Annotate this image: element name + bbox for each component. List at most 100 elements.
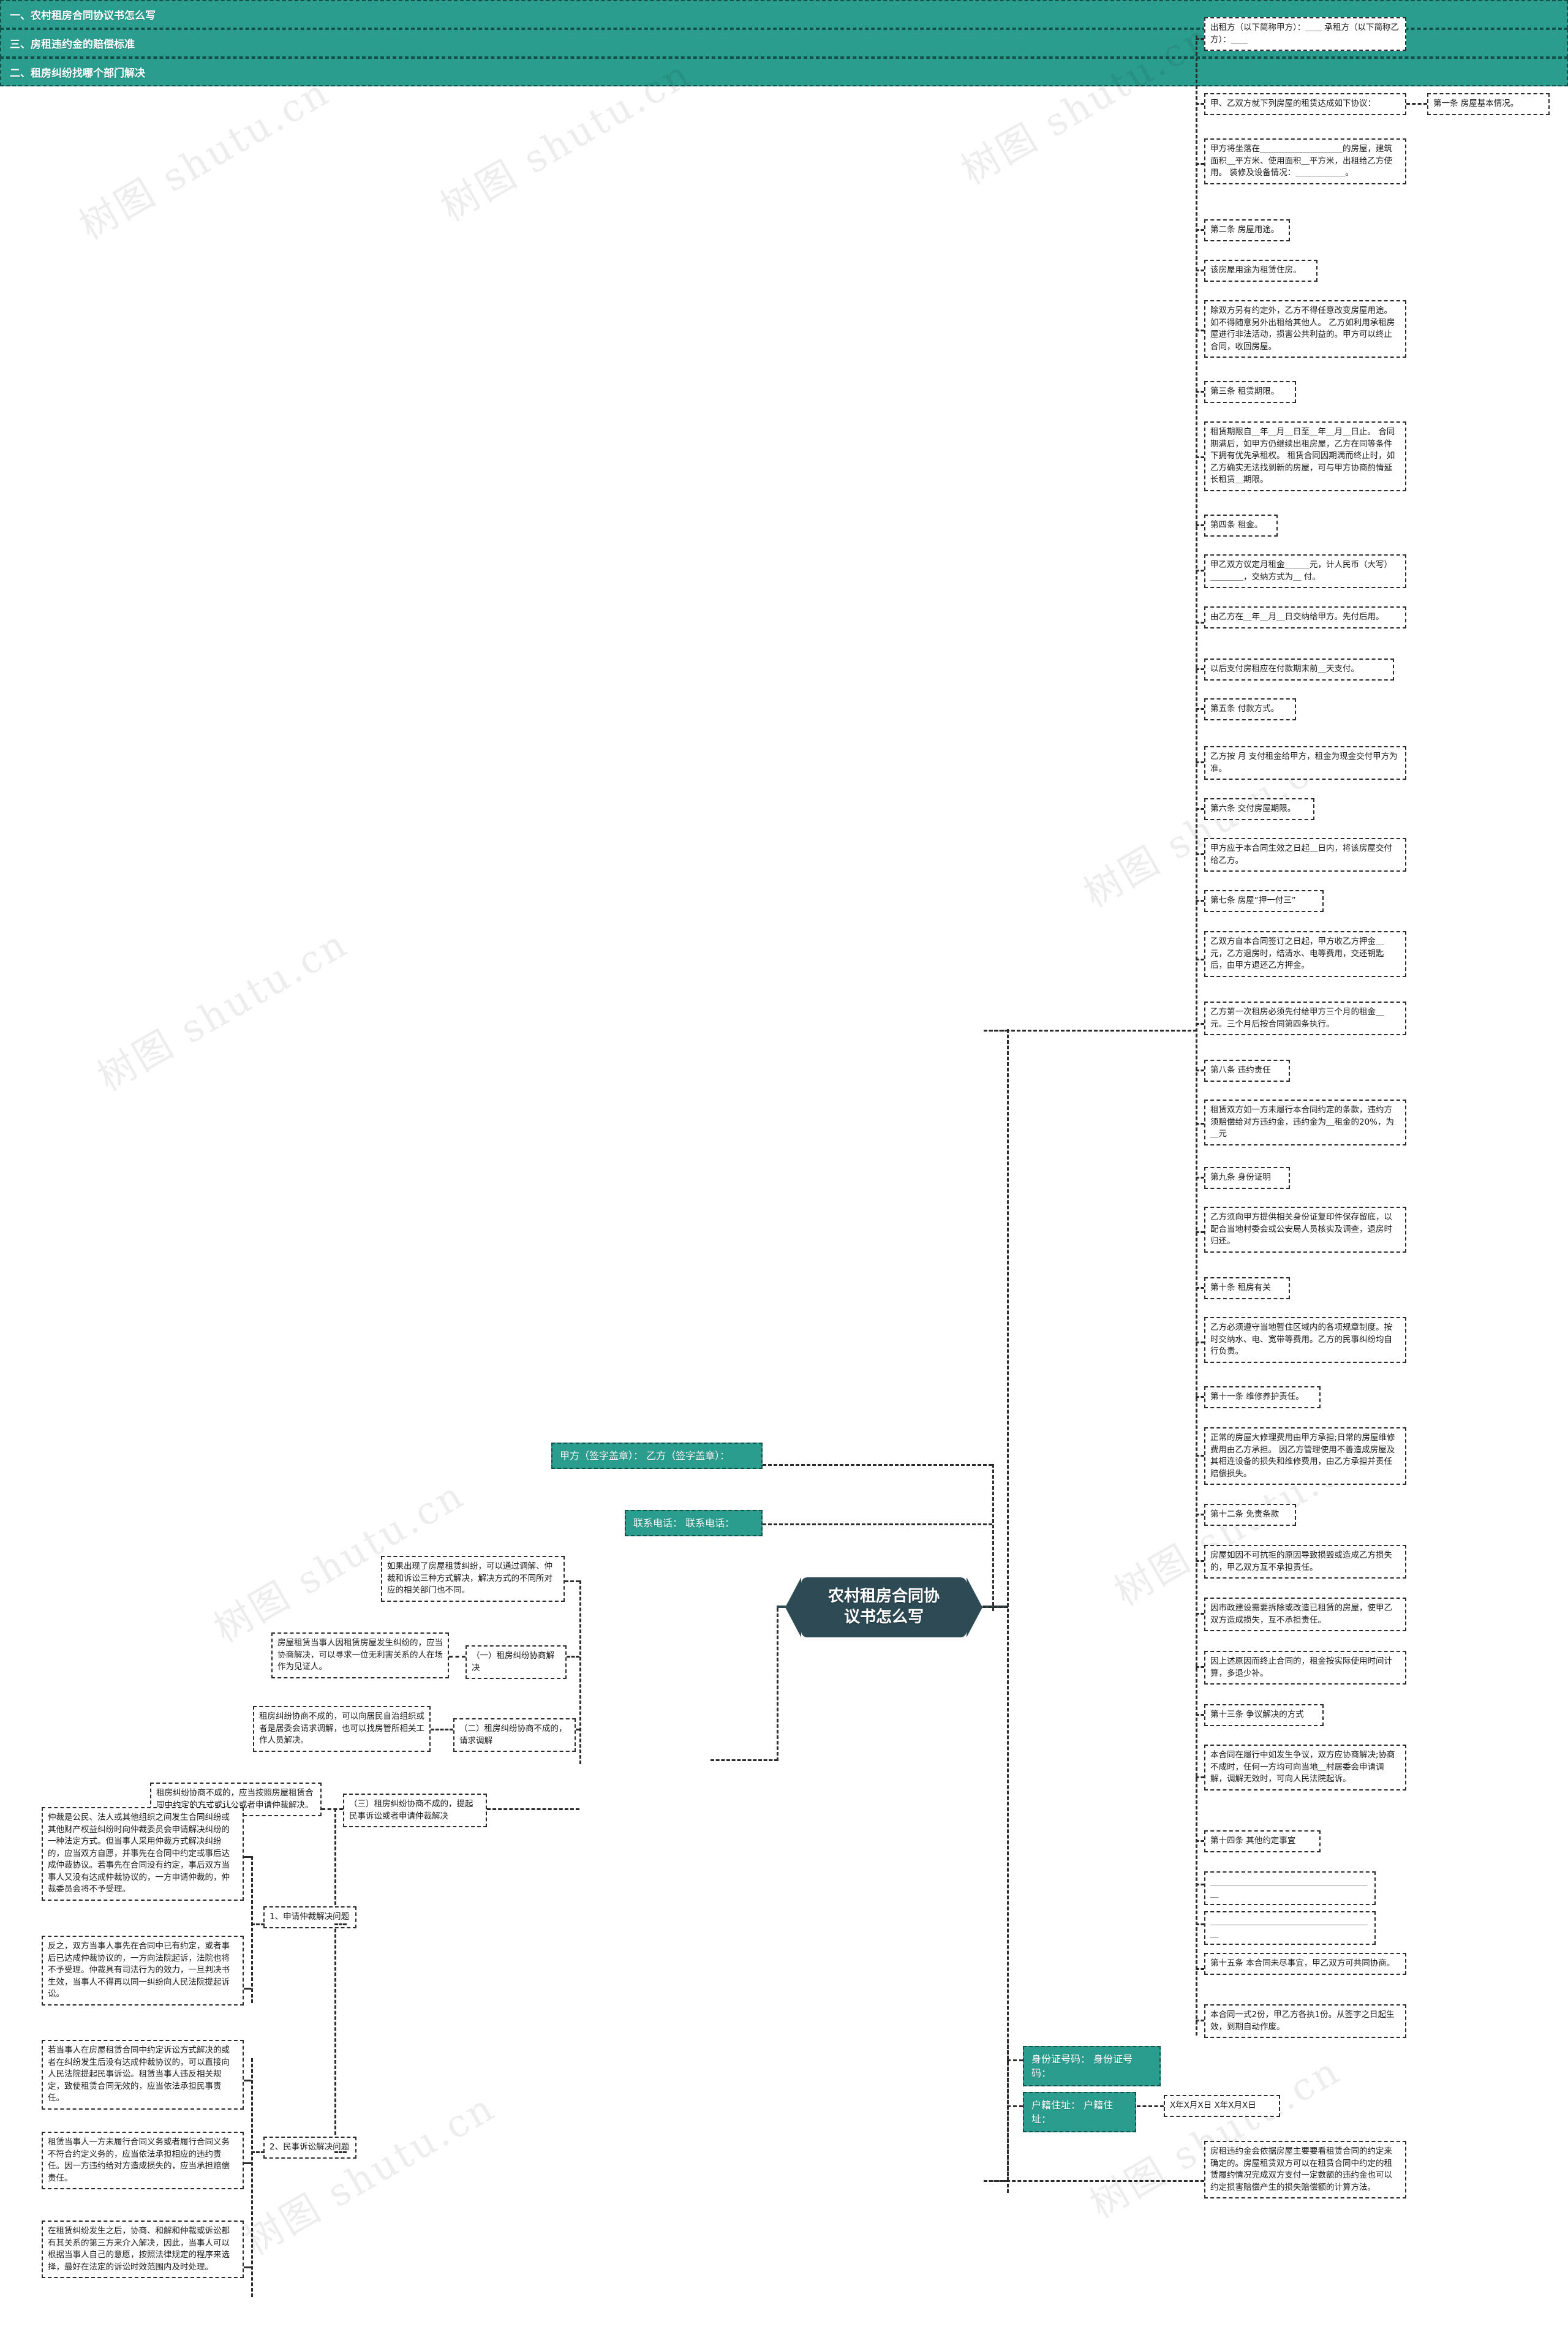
footer-node[interactable]: 身份证号码： 身份证号码： xyxy=(1023,2046,1161,2087)
leaf-node[interactable]: 第十一条 维修养护责任。 xyxy=(1204,1386,1321,1408)
leaf-node[interactable]: 出租方（以下简称甲方）：＿＿ 承租方（以下简称乙方）：＿＿ xyxy=(1204,17,1406,51)
leaf-text: 仲裁是公民、法人或其他组织之间发生合同纠纷或其他财产权益纠纷时向仲裁委员会申请解… xyxy=(48,1813,230,1895)
leaf-node[interactable]: 第五条 付款方式。 xyxy=(1204,698,1296,720)
leaf-text: 第九条 身份证明 xyxy=(1210,1172,1271,1182)
leaf-node[interactable]: 第七条 房屋“押一付三” xyxy=(1204,890,1324,912)
leaf-node[interactable]: 第十四条 其他约定事宜 xyxy=(1204,1830,1321,1852)
leaf-node[interactable]: 第四条 租金。 xyxy=(1204,515,1278,537)
leaf-node[interactable]: 该房屋用途为租赁住房。 xyxy=(1204,260,1317,282)
child2-link xyxy=(251,2151,265,2153)
root-node[interactable]: 农村租房合同协议书怎么写 xyxy=(785,1577,982,1637)
footer-node[interactable]: 户籍住址： 户籍住址： xyxy=(1023,2092,1136,2133)
leaf-node[interactable]: 租赁当事人一方未履行合同义务或者履行合同义务不符合约定义务的，应当依法承担相应的… xyxy=(42,2132,244,2190)
leaf-connector xyxy=(1196,1514,1204,1515)
leaf-node[interactable]: 租房纠纷协商不成的，可以向居民自治组织或者是居委会请求调解，也可以找房管所相关工… xyxy=(253,1706,431,1752)
leaf-text: 第十四条 其他约定事宜 xyxy=(1210,1836,1296,1846)
leaf-text: 甲、乙双方就下列房屋的租赁达成如下协议： xyxy=(1210,99,1376,108)
leaf-node[interactable]: 由乙方在＿年＿月＿日交纳给甲方。先付后用。 xyxy=(1204,606,1406,628)
leaf-text: 若当事人在房屋租赁合同中约定诉讼方式解决的或者在纠纷发生后没有达成仲裁协议的，可… xyxy=(48,2045,230,2104)
leaf-node[interactable]: 第十五条 本合同未尽事宜，甲乙双方可共同协商。 xyxy=(1204,1953,1406,1975)
leaf-node[interactable]: 第十条 租房有关 xyxy=(1204,1277,1290,1299)
leaf-node[interactable]: ＿＿＿＿＿＿＿＿＿＿＿＿＿＿＿＿＿＿＿＿ xyxy=(1204,1911,1376,1945)
leaf-connector xyxy=(1196,1613,1204,1615)
sub-branch-label: 1、申请仲裁解决问题 xyxy=(270,1912,350,1922)
leaf-connector xyxy=(244,2266,251,2268)
leaf-node[interactable]: 乙方必须遵守当地暂住区域内的各项规章制度。按时交纳水、电、宽带等费用。乙方的民事… xyxy=(1204,1317,1406,1363)
leaf-node[interactable]: 除双方另有约定外，乙方不得任意改变房屋用途。如不得随意另外出租给其他人。 乙方如… xyxy=(1204,300,1406,358)
footer-connector xyxy=(1007,2105,1023,2107)
leaf-node[interactable]: 租赁双方如一方未履行本合同约定的条款，违约方须赔偿给对方违约金，违约金为＿租金的… xyxy=(1204,1100,1406,1145)
leaf-node[interactable]: 第十三条 争议解决的方式 xyxy=(1204,1704,1324,1726)
leaf-text: 反之，双方当事人事先在合同中已有约定，或者事后已达成仲裁协议的，一方向法院起诉，… xyxy=(48,1941,230,1999)
leaf-node[interactable]: 房屋租赁当事人因租赁房屋发生纠纷的，应当协商解决，可以寻求一位无利害关系的人在场… xyxy=(271,1632,449,1678)
leaf-connector xyxy=(322,1808,343,1810)
leaf-node[interactable]: 第二条 房屋用途。 xyxy=(1204,219,1290,241)
leaf-node[interactable]: 甲乙双方议定月租金＿＿＿元，计人民币（大写）＿＿＿＿，交纳方式为＿ 付。 xyxy=(1204,554,1406,589)
leaf-node[interactable]: 以后支付房租应在付款期末前＿天支付。 xyxy=(1204,658,1394,681)
leaf-node[interactable]: 本合同一式2份，甲乙方各执1份。从签字之日起生效，到期自动作废。 xyxy=(1204,2004,1406,2039)
sub-branch-node[interactable]: （一）租房纠纷协商解决 xyxy=(466,1645,567,1680)
sub-branch-node[interactable]: （三）租房纠纷协商不成的，提起民事诉讼或者申请仲裁解决 xyxy=(343,1794,487,1828)
child2-spine xyxy=(251,2058,253,2297)
leaf-node[interactable]: 乙方按 月 支付租金给甲方，租金为现金交付甲方为准。 xyxy=(1204,746,1406,780)
leaf-connector xyxy=(244,1856,251,1858)
signature-connector xyxy=(763,1464,992,1466)
branch3-leaf-connector xyxy=(990,2180,1204,2182)
leaf-node[interactable]: ＿＿＿＿＿＿＿＿＿＿＿＿＿＿＿＿＿＿＿＿ xyxy=(1204,1871,1376,1906)
branch-3-label: 三、房租违约金的赔偿标准 xyxy=(10,39,135,51)
leaf-node[interactable]: 若当事人在房屋租赁合同中约定诉讼方式解决的或者在纠纷发生后没有达成仲裁协议的，可… xyxy=(42,2040,244,2110)
leaf-node[interactable]: 租赁期限自＿年＿月＿日至＿年＿月＿日止。 合同期满后，如甲方仍继续出租房屋，乙方… xyxy=(1204,421,1406,491)
branch2-child-spine xyxy=(579,1580,581,1764)
leaf-text: 乙方第一次租房必须先付给甲方三个月的租金＿元。三个月后按合同第四条执行。 xyxy=(1210,1007,1384,1029)
leaf-connector xyxy=(1196,761,1204,763)
leaf-text: 第十一条 维修养护责任。 xyxy=(1210,1392,1304,1402)
leaf-node[interactable]: 乙方须向甲方提供相关身份证复印件保存留底，以配合当地村委会或公安局人员核实及调查… xyxy=(1204,1207,1406,1253)
leaf-node[interactable]: 甲方应于本合同生效之日起＿日内，将该房屋交付给乙方。 xyxy=(1204,838,1406,872)
leaf-node[interactable]: 第十二条 免责条款 xyxy=(1204,1504,1296,1526)
leaf-text: 以后支付房租应在付款期末前＿天支付。 xyxy=(1210,664,1359,674)
leaf-connector xyxy=(1196,229,1204,231)
leaf-text: 乙方按 月 支付租金给甲方，租金为现金交付甲方为准。 xyxy=(1210,752,1398,774)
leaf-node[interactable]: 第三条 租赁期限。 xyxy=(1204,381,1296,403)
leaf-node[interactable]: 第八条 违约责任 xyxy=(1204,1060,1290,1082)
sub-branch-node[interactable]: （二）租房纠纷协商不成的，请求调解 xyxy=(453,1718,576,1753)
footer-node[interactable]: X年X月X日 X年X月X日 xyxy=(1164,2095,1280,2117)
leaf-node[interactable]: 仲裁是公民、法人或其他组织之间发生合同纠纷或其他财产权益纠纷时向仲裁委员会申请解… xyxy=(42,1807,244,1901)
sub3-child-spine xyxy=(334,1808,336,2151)
leaf-node[interactable]: 第九条 身份证明 xyxy=(1204,1167,1290,1189)
leaf-connector xyxy=(1196,708,1204,710)
leaf-connector xyxy=(1196,270,1204,271)
leaf-text: 租房纠纷协商不成的，可以向居民自治组织或者是居委会请求调解，也可以找房管所相关工… xyxy=(259,1711,424,1746)
sub-branch-label: （三）租房纠纷协商不成的，提起民事诉讼或者申请仲裁解决 xyxy=(349,1799,473,1821)
leaf-node[interactable]: 反之，双方当事人事先在合同中已有约定，或者事后已达成仲裁协议的，一方向法院起诉，… xyxy=(42,1936,244,2006)
leaf-node[interactable]: 乙方第一次租房必须先付给甲方三个月的租金＿元。三个月后按合同第四条执行。 xyxy=(1204,1002,1406,1036)
signature-node[interactable]: 联系电话： 联系电话： xyxy=(625,1510,763,1537)
leaf-node[interactable]: 本合同在履行中如发生争议，双方应协商解决;协商不成时，任何一方均可向当地＿村居委… xyxy=(1204,1745,1406,1791)
leaf-connector xyxy=(1196,1560,1204,1562)
leaf-text: 第七条 房屋“押一付三” xyxy=(1210,896,1296,905)
leaf-node[interactable]: 第六条 交付房屋期限。 xyxy=(1204,798,1314,820)
leaf-node[interactable]: 因上述原因而终止合同的，租金按实际使用时间计算，多退少补。 xyxy=(1204,1651,1406,1685)
leaf-node[interactable]: 在租赁纠纷发生之后，协商、和解和仲裁或诉讼都有其关系的第三方来介入解决，因此，当… xyxy=(42,2221,244,2279)
leaf-node[interactable]: 如果出现了房屋租赁纠纷，可以通过调解、仲裁和诉讼三种方式解决，解决方式的不同所对… xyxy=(381,1556,565,1602)
leaf-text: 乙双方自本合同签订之日起，甲方收乙方押金＿元，乙方退房时，结清水、电等费用，交还… xyxy=(1210,937,1384,971)
branch1-spine-link xyxy=(984,1030,1197,1032)
leaf-node[interactable]: 第一条 房屋基本情况。 xyxy=(1427,93,1550,115)
leaf-node[interactable]: 甲、乙双方就下列房屋的租赁达成如下协议： xyxy=(1204,93,1406,115)
leaf-node[interactable]: 乙双方自本合同签订之日起，甲方收乙方押金＿元，乙方退房时，结清水、电等费用，交还… xyxy=(1204,931,1406,977)
signature-node[interactable]: 甲方（签字盖章）： 乙方（签字盖章）： xyxy=(551,1443,763,1470)
leaf-node[interactable]: 房租违约金会依据房屋主要要看租赁合同的约定来确定的。房屋租赁双方可以在租赁合同中… xyxy=(1204,2141,1406,2199)
leaf-node[interactable]: 因市政建设需要拆除或改造已租赁的房屋，使甲乙双方造成损失，互不承担责任。 xyxy=(1204,1598,1406,1632)
leaf-node[interactable]: 甲方将坐落在＿＿＿＿＿＿＿＿＿＿的房屋，建筑面积＿平方米、使用面积＿平方米，出租… xyxy=(1204,138,1406,184)
leaf-text: 本合同一式2份，甲乙方各执1份。从签字之日起生效，到期自动作废。 xyxy=(1210,2010,1395,2032)
spine-right xyxy=(1007,1029,1009,2181)
branch-2-label: 二、租房纠纷找哪个部门解决 xyxy=(10,67,145,80)
leaf-node[interactable]: 正常的房屋大修理费用由甲方承担;日常的房屋维修费用由乙方承担。 因乙方管理使用不… xyxy=(1204,1427,1406,1485)
leaf-connector xyxy=(1196,808,1204,810)
leaf-text: 甲方将坐落在＿＿＿＿＿＿＿＿＿＿的房屋，建筑面积＿平方米、使用面积＿平方米，出租… xyxy=(1210,144,1392,178)
branch-node-2[interactable]: 二、租房纠纷找哪个部门解决 xyxy=(0,58,1568,86)
sub-branch-label: （二）租房纠纷协商不成的，请求调解 xyxy=(459,1724,567,1746)
leaf-node[interactable]: 房屋如因不可抗拒的原因导致损毁或造成乙方损失的，甲乙双方互不承担责任。 xyxy=(1204,1545,1406,1579)
sub-branch-node[interactable]: 1、申请仲裁解决问题 xyxy=(263,1906,356,1928)
sub-branch-node[interactable]: 2、民事诉讼解决问题 xyxy=(263,2137,356,2159)
